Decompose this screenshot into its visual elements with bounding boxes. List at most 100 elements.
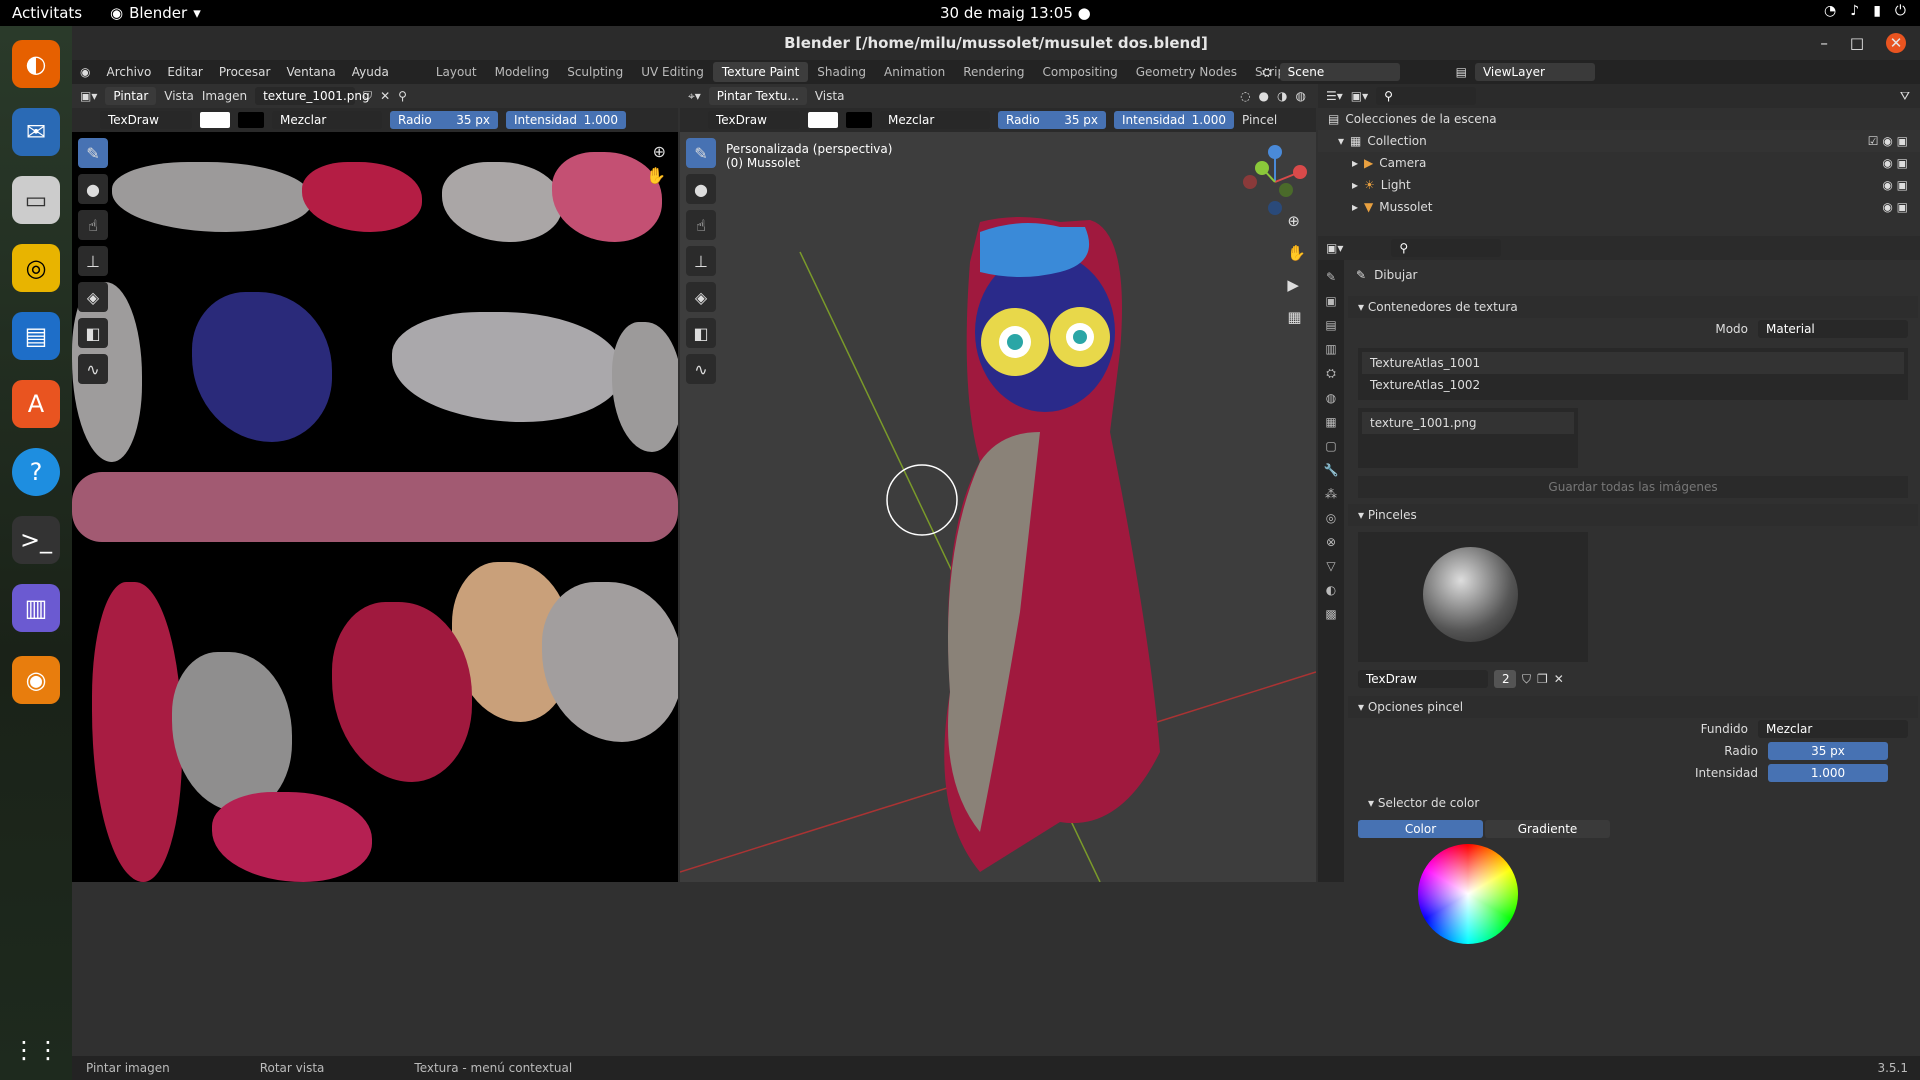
pan-icon[interactable]: ✋ [646, 166, 666, 185]
activities-button[interactable]: Activitats [12, 4, 82, 22]
render-tab-icon[interactable]: ▣ [1325, 294, 1336, 308]
outliner-type-icon[interactable]: ☰▾ [1326, 89, 1343, 103]
outliner-collection[interactable]: ▾ ▦ Collection ☑ ◉ ▣ [1318, 130, 1920, 152]
annotate-tool-icon[interactable]: ∿ [78, 354, 108, 384]
mask-tool-icon[interactable]: ◧ [78, 318, 108, 348]
outliner-root[interactable]: ▤ Colecciones de la escena [1318, 108, 1920, 130]
apps-grid-icon[interactable]: ⋮⋮ [12, 1026, 60, 1074]
tab-color[interactable]: Color [1358, 820, 1483, 838]
duplicate-icon[interactable]: ❐ [1537, 672, 1548, 686]
secondary-color-swatch[interactable] [238, 112, 264, 128]
radius-slider[interactable]: 35 px [1768, 742, 1888, 760]
brush-selector[interactable]: TexDraw [100, 111, 192, 129]
tab-compositing[interactable]: Compositing [1034, 62, 1127, 82]
paint-mode-select[interactable]: Pintar Textu... [708, 87, 807, 105]
world-tab-icon[interactable]: ◍ [1326, 391, 1336, 405]
system-tray[interactable]: ◔ ♪ ▮ ⏻ [1824, 3, 1906, 19]
rhythmbox-icon[interactable]: ◎ [12, 244, 60, 292]
texture-tab-icon[interactable]: ▩ [1325, 607, 1336, 621]
app-icon[interactable]: ▥ [12, 584, 60, 632]
atlas-item[interactable]: TextureAtlas_1002 [1362, 374, 1904, 396]
particles-tab-icon[interactable]: ⁂ [1325, 487, 1337, 501]
clone-tool-icon[interactable]: ⊥ [686, 246, 716, 276]
menu-editar[interactable]: Editar [159, 65, 211, 79]
section-texture-slots[interactable]: ▾ Contenedores de textura [1348, 296, 1918, 318]
clone-tool-icon[interactable]: ⊥ [78, 246, 108, 276]
help-icon[interactable]: ? [12, 448, 60, 496]
blender-dock-icon[interactable]: ◉ [12, 656, 60, 704]
texture-canvas[interactable]: ⊕ ✋ [72, 132, 678, 882]
files-icon[interactable]: ▭ [12, 176, 60, 224]
physics-tab-icon[interactable]: ◎ [1326, 511, 1336, 525]
expand-icon[interactable]: ▸ [1352, 200, 1358, 214]
close-icon[interactable]: ✕ [1886, 33, 1906, 53]
strength-slider[interactable]: 1.000 [1768, 764, 1888, 782]
expand-icon[interactable]: ▾ [1338, 134, 1344, 148]
editor-type-icon[interactable]: ⌖▾ [688, 89, 701, 104]
app-menu[interactable]: ◉ Blender ▾ [110, 4, 201, 22]
radius-field[interactable]: Radio 35 px [390, 111, 498, 129]
soften-tool-icon[interactable]: ● [78, 174, 108, 204]
tab-gradient[interactable]: Gradiente [1485, 820, 1610, 838]
menu-ventana[interactable]: Ventana [278, 65, 343, 79]
blender-logo-icon[interactable]: ◉ [72, 65, 98, 79]
grid-icon[interactable]: ▦ [1287, 308, 1306, 326]
outliner-item-camera[interactable]: ▸ ▶ Camera ◉ ▣ [1318, 152, 1920, 174]
draw-tool-icon[interactable]: ✎ [686, 138, 716, 168]
unlink-icon[interactable]: ✕ [1554, 672, 1564, 686]
fill-tool-icon[interactable]: ◈ [78, 282, 108, 312]
tab-texture-paint[interactable]: Texture Paint [712, 62, 809, 82]
image-mode-select[interactable]: Pintar [105, 87, 157, 105]
view-layer-tab-icon[interactable]: ▥ [1325, 342, 1336, 356]
scene-selector[interactable]: Scene [1279, 63, 1400, 81]
firefox-icon[interactable]: ◐ [12, 40, 60, 88]
brush-tab[interactable]: Pincel [1242, 113, 1277, 127]
pin-icon[interactable]: ⚲ [398, 89, 407, 103]
soften-tool-icon[interactable]: ● [686, 174, 716, 204]
blend-mode-select[interactable]: Mezclar [1758, 720, 1908, 738]
filter-icon[interactable]: ⛛ [1900, 89, 1910, 104]
writer-icon[interactable]: ▤ [12, 312, 60, 360]
smear-tool-icon[interactable]: ☝ [78, 210, 108, 240]
blend-select-3d[interactable]: Mezclar [880, 111, 990, 129]
brush-name-field[interactable]: TexDraw [1358, 670, 1488, 688]
expand-icon[interactable]: ▸ [1352, 178, 1358, 192]
rendered-icon[interactable]: ◍ [1296, 89, 1306, 103]
draw-tool-icon[interactable]: ✎ [78, 138, 108, 168]
zoom-icon[interactable]: ⊕ [653, 142, 666, 161]
visibility-icon[interactable]: ◉ ▣ [1882, 200, 1908, 214]
smear-tool-icon[interactable]: ☝ [686, 210, 716, 240]
tab-animation[interactable]: Animation [875, 62, 954, 82]
menu-vista-3d[interactable]: Vista [815, 89, 845, 103]
menu-ayuda[interactable]: Ayuda [344, 65, 397, 79]
thunderbird-icon[interactable]: ✉ [12, 108, 60, 156]
tab-layout[interactable]: Layout [427, 62, 486, 82]
tab-geometry-nodes[interactable]: Geometry Nodes [1127, 62, 1246, 82]
tab-uv-editing[interactable]: UV Editing [632, 62, 713, 82]
navigation-gizmo[interactable] [1240, 142, 1310, 222]
annotate-tool-icon[interactable]: ∿ [686, 354, 716, 384]
color-wheel[interactable] [1418, 844, 1518, 944]
outliner-search[interactable]: ⚲ [1376, 87, 1477, 105]
radius-field-3d[interactable]: Radio 35 px [998, 111, 1106, 129]
constraint-tab-icon[interactable]: ⊗ [1326, 535, 1336, 549]
brush-users[interactable]: 2 [1494, 670, 1516, 688]
object-tab-icon[interactable]: ▢ [1325, 439, 1336, 453]
color-swatch[interactable] [200, 112, 230, 128]
visibility-icon[interactable]: ◉ ▣ [1882, 178, 1908, 192]
material-icon[interactable]: ◑ [1277, 89, 1287, 103]
secondary-color-swatch-3d[interactable] [846, 112, 872, 128]
scene-icon[interactable]: ⛭ [1262, 65, 1272, 80]
solid-icon[interactable]: ● [1259, 89, 1269, 103]
mask-tool-icon[interactable]: ◧ [686, 318, 716, 348]
fake-user-icon[interactable]: ⛉ [1522, 672, 1531, 687]
data-tab-icon[interactable]: ▽ [1326, 559, 1335, 573]
zoom-icon[interactable]: ⊕ [1287, 212, 1306, 230]
brush-selector-3d[interactable]: TexDraw [708, 111, 800, 129]
strength-field[interactable]: Intensidad 1.000 [506, 111, 626, 129]
properties-type-icon[interactable]: ▣▾ [1326, 241, 1343, 255]
tab-modeling[interactable]: Modeling [486, 62, 559, 82]
blend-select[interactable]: Mezclar [272, 111, 382, 129]
visibility-icon[interactable]: ◉ ▣ [1882, 156, 1908, 170]
color-swatch-3d[interactable] [808, 112, 838, 128]
